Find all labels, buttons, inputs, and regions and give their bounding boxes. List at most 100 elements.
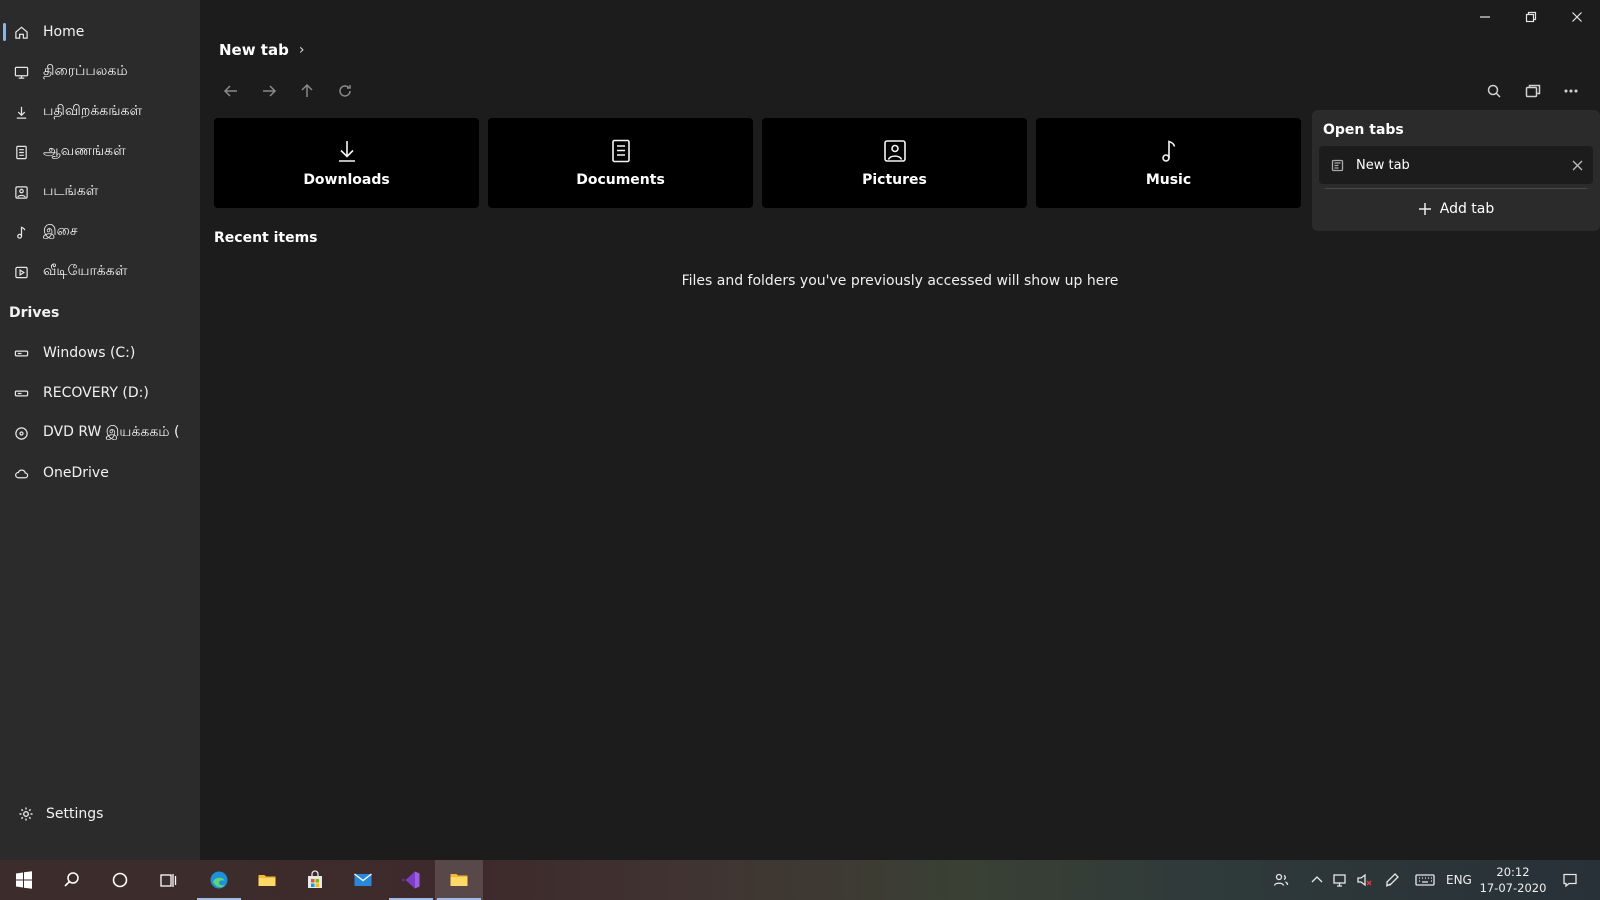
close-icon <box>1572 12 1582 22</box>
files-app-folder-icon <box>450 874 468 886</box>
pen-icon <box>1385 873 1399 887</box>
sidebar-item-drive-c[interactable]: Windows (C:) <box>0 335 200 371</box>
open-tab-label: New tab <box>1356 157 1410 173</box>
open-tab-item[interactable]: New tab <box>1319 146 1593 184</box>
drive-icon <box>13 345 29 361</box>
drive-icon <box>13 385 29 401</box>
taskbar-files-app[interactable] <box>435 860 483 900</box>
taskbar-store[interactable] <box>291 860 339 900</box>
disc-icon <box>13 425 29 441</box>
network-status[interactable] <box>1328 860 1352 900</box>
breadcrumb-chevron-icon[interactable]: › <box>299 42 305 58</box>
back-button[interactable] <box>216 76 246 106</box>
taskbar-visual-studio[interactable] <box>387 860 435 900</box>
download-icon <box>13 104 29 120</box>
volume-button[interactable] <box>1352 860 1376 900</box>
breadcrumb: New tab › <box>219 41 304 59</box>
picture-icon <box>883 140 906 162</box>
windows-logo-icon <box>16 871 32 889</box>
sidebar-item-drive-d[interactable]: RECOVERY (D:) <box>0 375 200 411</box>
taskbar-file-explorer[interactable] <box>243 860 291 900</box>
document-icon <box>611 139 630 163</box>
breadcrumb-item-new-tab[interactable]: New tab <box>219 41 289 59</box>
sidebar-item-downloads[interactable]: பதிவிறக்கங்கள் <box>0 94 200 130</box>
restore-button[interactable] <box>1508 0 1554 34</box>
sidebar-item-label: பதிவிறக்கங்கள் <box>43 103 143 119</box>
task-view-icon <box>160 874 177 887</box>
picture-icon <box>13 184 29 200</box>
quick-access-documents[interactable]: Documents <box>488 118 753 208</box>
card-label: Music <box>1145 172 1192 188</box>
music-icon <box>1161 140 1175 162</box>
network-icon <box>1333 874 1346 887</box>
sidebar-item-label: இசை <box>43 223 78 239</box>
sidebar-item-videos[interactable]: வீடியோக்கள் <box>0 254 200 290</box>
sidebar-item-label: RECOVERY (D:) <box>43 385 149 401</box>
close-tab-button[interactable] <box>1567 155 1587 175</box>
sidebar-item-home[interactable]: Home <box>0 14 200 50</box>
sidebar-item-music[interactable]: இசை <box>0 214 200 250</box>
close-window-button[interactable] <box>1554 0 1600 34</box>
arrow-up-icon <box>301 83 313 97</box>
up-button[interactable] <box>292 76 322 106</box>
input-language-indicator[interactable]: ENG <box>1446 860 1472 900</box>
taskbar-clock[interactable]: 20:12 17-07-2020 <box>1478 864 1548 896</box>
flyout-divider <box>1325 188 1587 189</box>
tabs-button[interactable] <box>1518 76 1548 106</box>
sidebar-item-documents[interactable]: ஆவணங்கள் <box>0 134 200 170</box>
minimize-button[interactable] <box>1462 0 1508 34</box>
sidebar-item-label: OneDrive <box>43 465 109 481</box>
tab-page-icon <box>1331 159 1344 172</box>
home-icon <box>13 24 29 40</box>
cortana-circle-icon <box>112 872 128 888</box>
people-icon <box>1273 873 1289 886</box>
flyout-header: Open tabs <box>1323 122 1404 138</box>
search-icon <box>1487 84 1501 98</box>
cortana-button[interactable] <box>96 860 144 900</box>
pen-workspace-button[interactable] <box>1380 860 1404 900</box>
search-button[interactable] <box>1479 76 1509 106</box>
sidebar-item-pictures[interactable]: படங்கள் <box>0 174 200 210</box>
more-horizontal-icon <box>1564 89 1578 93</box>
quick-access-pictures[interactable]: Pictures <box>762 118 1027 208</box>
sidebar-item-desktop[interactable]: திரைப்பலகம் <box>0 54 200 90</box>
taskbar-edge[interactable] <box>195 860 243 900</box>
sidebar-item-label: ஆவணங்கள் <box>43 143 126 159</box>
refresh-button[interactable] <box>330 76 360 106</box>
settings-button[interactable]: Settings <box>0 796 200 832</box>
more-options-button[interactable] <box>1556 76 1586 106</box>
keyboard-icon <box>1415 874 1435 886</box>
edge-browser-icon <box>210 871 228 889</box>
plus-icon <box>1418 203 1431 215</box>
taskbar-search-button[interactable] <box>48 860 96 900</box>
show-hidden-icons-button[interactable] <box>1306 860 1328 900</box>
open-tabs-flyout: Open tabs New tab Add tab <box>1312 110 1600 231</box>
people-button[interactable] <box>1268 860 1294 900</box>
forward-button[interactable] <box>254 76 284 106</box>
sidebar-item-dvd-drive[interactable]: DVD RW இயக்ககம் ( <box>0 415 200 451</box>
download-icon <box>338 141 355 162</box>
sidebar-item-onedrive[interactable]: OneDrive <box>0 455 200 491</box>
close-icon <box>1572 160 1582 170</box>
card-label: Documents <box>576 172 665 188</box>
task-view-button[interactable] <box>144 860 192 900</box>
quick-access-music[interactable]: Music <box>1036 118 1301 208</box>
search-icon <box>64 872 79 887</box>
store-bag-icon <box>308 870 322 888</box>
sidebar-item-label: திரைப்பலகம் <box>43 63 128 79</box>
video-icon <box>13 264 29 280</box>
sidebar-item-label: வீடியோக்கள் <box>43 263 128 279</box>
quick-access-downloads[interactable]: Downloads <box>214 118 479 208</box>
touch-keyboard-button[interactable] <box>1410 860 1440 900</box>
start-button[interactable] <box>0 860 48 900</box>
add-tab-label: Add tab <box>1439 201 1495 217</box>
gear-icon <box>19 807 33 821</box>
drives-header: Drives <box>9 305 60 321</box>
restore-icon <box>1525 11 1537 23</box>
action-center-button[interactable] <box>1554 860 1586 900</box>
mail-icon <box>354 873 372 886</box>
card-label: Pictures <box>862 172 927 188</box>
add-tab-button[interactable]: Add tab <box>1312 194 1600 224</box>
taskbar-mail[interactable] <box>339 860 387 900</box>
volume-muted-icon <box>1357 873 1372 887</box>
